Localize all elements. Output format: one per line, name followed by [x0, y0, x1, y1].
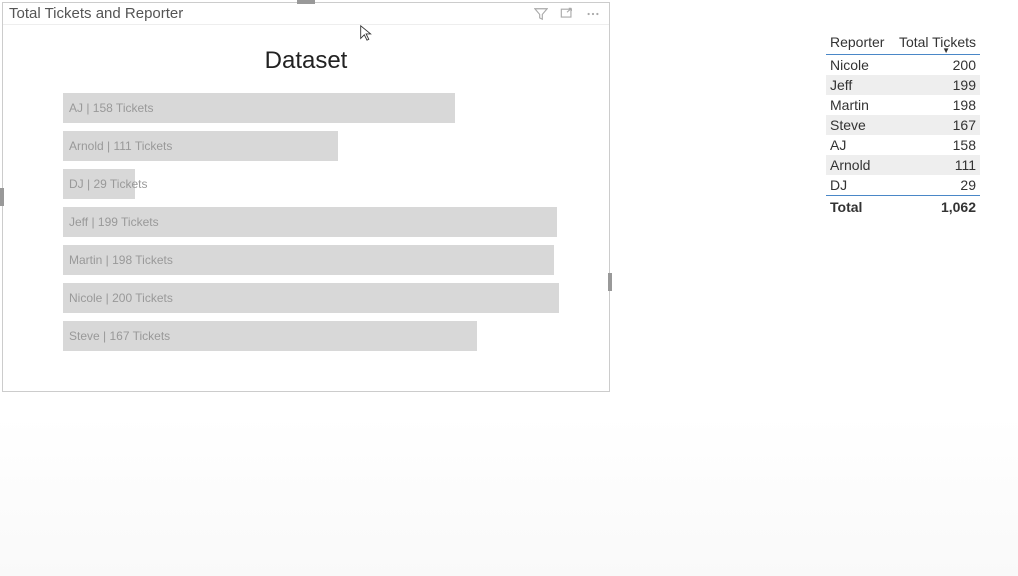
chart-visual-container[interactable]: Total Tickets and Reporter Dataset AJ | …	[2, 2, 610, 392]
cell-reporter: Arnold	[830, 157, 955, 173]
total-label: Total	[830, 199, 941, 215]
table-body: Nicole200Jeff199Martin198Steve167AJ158Ar…	[826, 55, 980, 195]
resize-handle-top[interactable]	[297, 0, 315, 4]
filter-icon[interactable]	[533, 6, 549, 22]
resize-handle-left[interactable]	[0, 188, 4, 206]
table-total-row: Total 1,062	[826, 195, 980, 218]
cell-total: 198	[953, 97, 976, 113]
bar-row[interactable]: Steve | 167 Tickets	[63, 321, 559, 351]
bar-label: Martin | 198 Tickets	[69, 253, 173, 267]
table-header-row: Reporter Total Tickets ▼	[826, 30, 980, 55]
total-value: 1,062	[941, 199, 976, 215]
table-row[interactable]: DJ29	[826, 175, 980, 195]
focus-mode-icon[interactable]	[559, 6, 575, 22]
table-row[interactable]: Nicole200	[826, 55, 980, 75]
bar-label: Nicole | 200 Tickets	[69, 291, 173, 305]
cell-total: 199	[953, 77, 976, 93]
bar-row[interactable]: Arnold | 111 Tickets	[63, 131, 559, 161]
column-header-reporter[interactable]: Reporter	[826, 30, 895, 54]
bar-label: Arnold | 111 Tickets	[69, 139, 172, 153]
chart-title: Dataset	[3, 47, 609, 75]
cell-reporter: AJ	[830, 137, 953, 153]
column-header-total-label: Total Tickets	[899, 34, 976, 50]
bar-label: Jeff | 199 Tickets	[69, 215, 159, 229]
table-row[interactable]: Jeff199	[826, 75, 980, 95]
cell-total: 29	[960, 177, 976, 193]
sort-descending-icon: ▼	[942, 46, 950, 55]
bar-row[interactable]: Jeff | 199 Tickets	[63, 207, 559, 237]
visual-actions	[533, 6, 603, 22]
cell-reporter: DJ	[830, 177, 960, 193]
bar-row[interactable]: Nicole | 200 Tickets	[63, 283, 559, 313]
cell-total: 200	[953, 57, 976, 73]
bottom-fade	[0, 416, 1018, 576]
bar-chart-area: AJ | 158 Tickets Arnold | 111 Tickets DJ |…	[3, 93, 609, 351]
more-options-icon[interactable]	[585, 6, 601, 22]
cell-reporter: Jeff	[830, 77, 953, 93]
bar-row[interactable]: Martin | 198 Tickets	[63, 245, 559, 275]
cell-total: 111	[955, 157, 976, 173]
table-row[interactable]: Martin198	[826, 95, 980, 115]
visual-title: Total Tickets and Reporter	[9, 5, 183, 22]
bar-label: Steve | 167 Tickets	[69, 329, 170, 343]
cell-total: 167	[953, 117, 976, 133]
cell-reporter: Nicole	[830, 57, 953, 73]
cell-reporter: Martin	[830, 97, 953, 113]
visual-header: Total Tickets and Reporter	[3, 3, 609, 25]
bar-label: AJ | 158 Tickets	[69, 101, 154, 115]
bar-row[interactable]: AJ | 158 Tickets	[63, 93, 559, 123]
cell-total: 158	[953, 137, 976, 153]
column-header-total[interactable]: Total Tickets ▼	[895, 30, 980, 54]
table-row[interactable]: Steve167	[826, 115, 980, 135]
bar-label: DJ | 29 Tickets	[69, 177, 147, 191]
table-row[interactable]: Arnold111	[826, 155, 980, 175]
cell-reporter: Steve	[830, 117, 953, 133]
bar-row[interactable]: DJ | 29 Tickets	[63, 169, 559, 199]
data-table[interactable]: Reporter Total Tickets ▼ Nicole200Jeff19…	[826, 30, 980, 218]
table-row[interactable]: AJ158	[826, 135, 980, 155]
resize-handle-right[interactable]	[608, 273, 612, 291]
